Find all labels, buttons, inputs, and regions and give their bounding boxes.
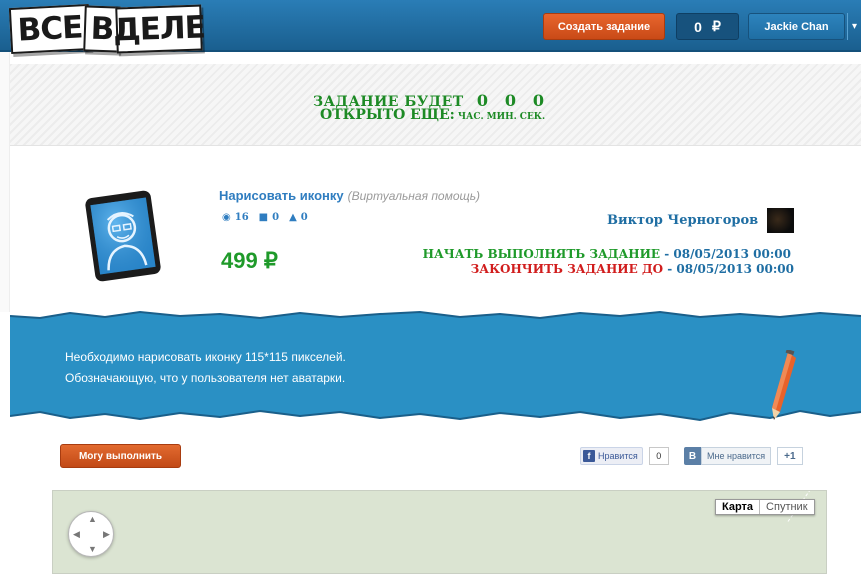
users-count: 0 — [300, 212, 308, 223]
map-pan-control[interactable]: ▲ ▼ ◀ ▶ — [68, 511, 114, 557]
task-stats: ◉ 16 ■ 0 ▲ 0 — [222, 212, 308, 223]
end-date-row: ЗАКОНЧИТЬ ЗАДАНИЕ ДО - 08/05/2013 00:00 — [471, 262, 794, 276]
map[interactable]: Карта Спутник ▲ ▼ ◀ ▶ — [52, 490, 827, 574]
top-bar: ВСЕ В ДЕЛЕ Создать задание 0 ₽ Jackie Ch… — [0, 0, 861, 55]
facebook-like-count: 0 — [648, 447, 669, 465]
facebook-like-widget: f Нравится 0 — [580, 447, 669, 465]
vk-like-widget: В Мне нравится +1 — [684, 447, 803, 465]
start-date: - 08/05/2013 00:00 — [664, 247, 791, 261]
logo-word-3: ДЕЛЕ — [113, 4, 205, 54]
balance-value: 0 — [694, 18, 702, 35]
timer-label-line2: ОТКРЫТО ЕЩЕ: — [320, 107, 455, 123]
avatar[interactable] — [767, 208, 794, 233]
task-description-line1: Необходимо нарисовать иконку 115*115 пик… — [65, 350, 346, 364]
pan-left-icon[interactable]: ◀ — [73, 529, 80, 540]
facebook-like-label: Нравится — [598, 451, 638, 461]
start-label: НАЧАТЬ ВЫПОЛНЯТЬ ЗАДАНИЕ — [422, 247, 661, 261]
timer-unit-hours: ЧАС. — [457, 112, 484, 122]
map-type-map-button[interactable]: Карта — [716, 500, 761, 514]
end-date: - 08/05/2013 00:00 — [667, 262, 794, 276]
map-type-satellite-button[interactable]: Спутник — [760, 500, 813, 514]
user-menu-button[interactable]: Jackie Chan — [748, 13, 845, 40]
timer-unit-seconds: СЕК. — [519, 112, 546, 122]
logo-word-1: ВСЕ — [8, 3, 92, 55]
timer-banner: ЗАДАНИЕ БУДЕТ 0 0 0 ОТКРЫТО ЕЩЕ: ЧАС. МИН. СЕК… — [10, 64, 861, 146]
facebook-icon: f — [583, 450, 595, 462]
pan-right-icon[interactable]: ▶ — [103, 529, 110, 540]
comments-count: 0 — [272, 212, 280, 223]
vk-icon[interactable]: В — [684, 447, 701, 465]
page: ВСЕ В ДЕЛЕ Создать задание 0 ₽ Jackie Ch… — [0, 0, 861, 574]
can-do-button[interactable]: Могу выполнить — [60, 444, 181, 468]
views-count: 16 — [234, 212, 249, 223]
pan-down-icon[interactable]: ▼ — [88, 544, 97, 554]
map-type-control: Карта Спутник — [715, 499, 815, 515]
task-title-link[interactable]: Нарисовать иконку (Виртуальная помощь) — [219, 188, 480, 203]
left-gutter — [0, 52, 10, 312]
comments-stat: ■ 0 — [259, 212, 279, 223]
task-description-line2: Обозначающую, что у пользователя нет ава… — [65, 371, 346, 385]
pan-up-icon[interactable]: ▲ — [88, 514, 97, 524]
eye-icon: ◉ — [222, 212, 231, 223]
facebook-like-button[interactable]: f Нравится — [580, 447, 643, 465]
author-name[interactable]: Виктор Черногоров — [607, 213, 758, 228]
create-task-button[interactable]: Создать задание — [543, 13, 665, 40]
user-icon: ▲ — [289, 212, 297, 223]
users-stat: ▲ 0 — [289, 212, 308, 223]
timer-unit-minutes: МИН. — [486, 112, 517, 122]
task-price: 499 ₽ — [221, 248, 278, 273]
pencil-icon — [772, 350, 796, 420]
task-title[interactable]: Нарисовать иконку — [219, 188, 344, 203]
views-stat: ◉ 16 — [222, 212, 249, 223]
ruble-icon: ₽ — [711, 18, 721, 34]
task-image — [85, 190, 161, 282]
description-band — [10, 310, 861, 422]
timer-units-row: ОТКРЫТО ЕЩЕ: ЧАС. МИН. СЕК. — [320, 107, 545, 123]
chevron-down-icon[interactable]: ▾ — [847, 13, 861, 40]
balance-display[interactable]: 0 ₽ — [676, 13, 739, 40]
task-category: (Виртуальная помощь) — [347, 189, 481, 203]
vk-like-count: +1 — [777, 447, 803, 465]
end-label: ЗАКОНЧИТЬ ЗАДАНИЕ ДО — [470, 262, 664, 276]
vk-like-button[interactable]: Мне нравится — [701, 447, 772, 465]
start-date-row: НАЧАТЬ ВЫПОЛНЯТЬ ЗАДАНИЕ - 08/05/2013 00… — [423, 247, 791, 261]
site-logo[interactable]: ВСЕ В ДЕЛЕ — [8, 3, 205, 55]
comment-icon: ■ — [258, 212, 269, 223]
